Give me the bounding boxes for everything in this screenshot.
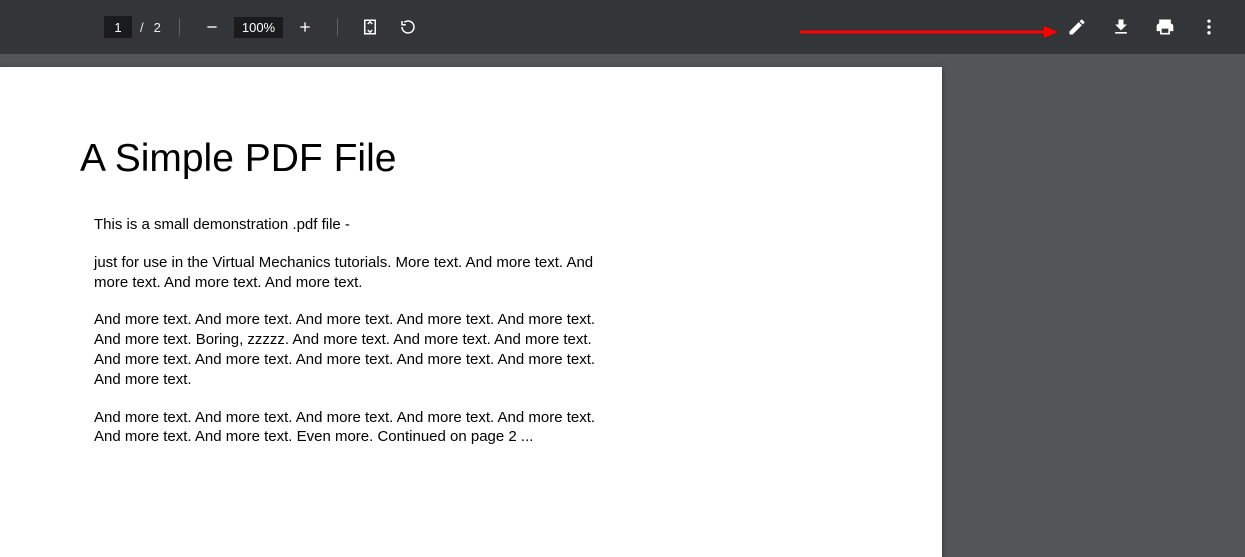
page-total: 2 [152,20,163,35]
download-button[interactable] [1105,11,1137,43]
toolbar-right-group [1061,11,1225,43]
minus-icon [204,19,220,35]
print-icon [1155,17,1175,37]
zoom-out-button[interactable] [196,11,228,43]
divider [337,18,338,36]
pdf-page: A Simple PDF File This is a small demons… [0,67,942,557]
rotate-icon [399,18,417,36]
document-paragraph: And more text. And more text. And more t… [94,408,604,448]
document-paragraph: And more text. And more text. And more t… [94,310,604,389]
zoom-in-button[interactable] [289,11,321,43]
toolbar-left-group: 1 / 2 100% [104,11,424,43]
pencil-icon [1067,17,1087,37]
more-menu-button[interactable] [1193,11,1225,43]
document-title: A Simple PDF File [80,137,862,181]
fit-page-icon [361,18,379,36]
rotate-button[interactable] [392,11,424,43]
divider [179,18,180,36]
plus-icon [297,19,313,35]
edit-button[interactable] [1061,11,1093,43]
fit-page-button[interactable] [354,11,386,43]
document-paragraph: just for use in the Virtual Mechanics tu… [94,253,604,293]
page-separator: / [138,20,146,35]
document-paragraph: This is a small demonstration .pdf file … [94,215,604,235]
download-icon [1111,17,1131,37]
zoom-percent[interactable]: 100% [234,17,283,38]
pdf-toolbar: 1 / 2 100% [0,0,1245,54]
page-viewport[interactable]: A Simple PDF File This is a small demons… [0,54,1245,557]
print-button[interactable] [1149,11,1181,43]
more-vertical-icon [1199,17,1219,37]
page-number-input[interactable]: 1 [104,16,132,38]
